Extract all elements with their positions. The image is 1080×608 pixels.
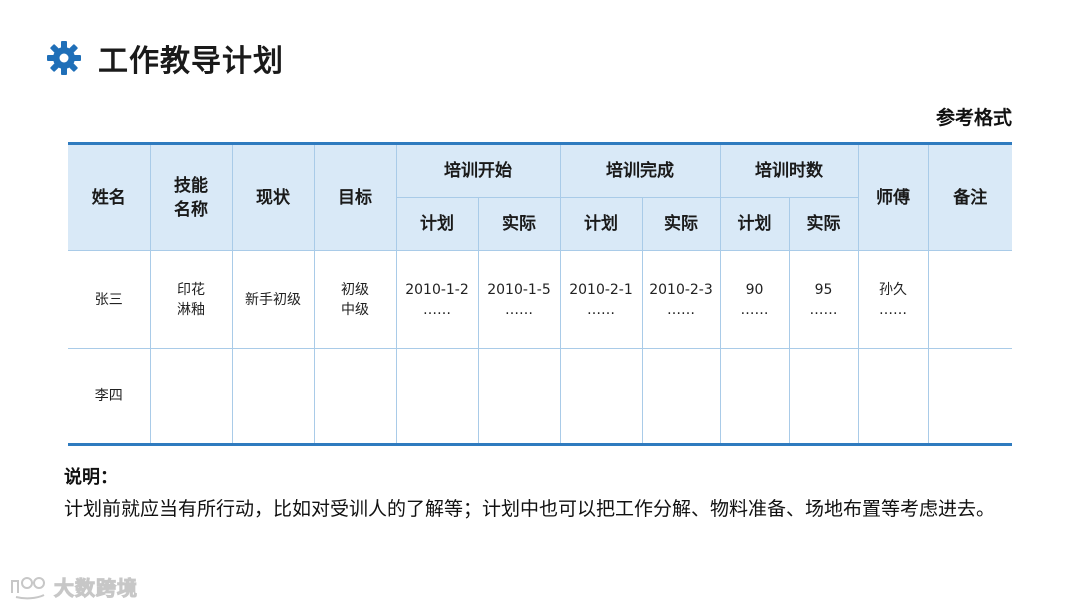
header-mentor: 师傅: [857, 143, 929, 251]
cell-start-plan: 2010-1-2 ……: [395, 250, 479, 349]
cell-complete-plan: [559, 348, 643, 445]
cell-goal-line2: 中级: [341, 301, 369, 318]
cell-start-plan-value: 2010-1-2: [405, 281, 469, 298]
cell-name: 张三: [68, 250, 151, 349]
cell-goal: 初级 中级: [313, 250, 397, 349]
cell-complete-actual-value: 2010-2-3: [649, 281, 713, 298]
cell-hours-actual: [788, 348, 859, 445]
cell-start-actual: 2010-1-5 ……: [477, 250, 561, 349]
watermark: 大数跨境: [8, 571, 138, 601]
cell-hours-plan: 90 ……: [719, 250, 790, 349]
cell-skill-line1: 印花: [177, 281, 205, 298]
header-skill: 技能 名称: [149, 143, 233, 251]
cell-start-actual-value: 2010-1-5: [487, 281, 551, 298]
cell-ellipsis: ……: [423, 301, 451, 318]
title-row: 工作教导计划: [46, 38, 284, 79]
cell-start-actual: [477, 348, 561, 445]
cell-ellipsis: ……: [505, 301, 533, 318]
cell-hours-actual-value: 95: [814, 281, 833, 298]
header-train-start: 培训开始: [395, 143, 561, 198]
cell-ellipsis: ……: [667, 301, 695, 318]
table-row: 张三 印花 淋釉 新手初级 初级 中级 2010-1-2 …… 2010-1-5…: [68, 250, 1012, 349]
cell-mentor: [857, 348, 929, 445]
subheader-hours-plan: 计划: [719, 197, 790, 251]
header-skill-line2: 名称: [174, 199, 208, 220]
watermark-logo-icon: [11, 577, 45, 600]
cell-name: 李四: [68, 348, 151, 445]
cell-mentor-value: 孙久: [879, 281, 907, 298]
cell-complete-actual: 2010-2-3 ……: [641, 250, 721, 349]
cell-status: [231, 348, 315, 445]
cell-mentor: 孙久 ……: [857, 250, 929, 349]
header-row-main: 姓名 技能 名称 现状 目标 培训开始 培训完成 培训时数 师傅 备注: [68, 143, 1012, 251]
cell-complete-plan: 2010-2-1 ……: [559, 250, 643, 349]
cell-remarks: [927, 250, 1012, 349]
cell-skill: [149, 348, 233, 445]
subheader-start-plan: 计划: [396, 197, 479, 251]
header-train-hours: 培训时数: [719, 143, 859, 198]
cell-status: 新手初级: [231, 250, 315, 349]
note-section: 说明： 计划前就应当有所行动，比如对受训人的了解等；计划中也可以把工作分解、物料…: [64, 464, 1024, 524]
cell-complete-plan-value: 2010-2-1: [569, 281, 633, 298]
header-name: 姓名: [68, 143, 151, 251]
cell-skill-line2: 淋釉: [177, 301, 205, 318]
gear-icon: [47, 41, 81, 75]
subheader-hours-actual: 实际: [788, 197, 858, 251]
subheader-start-actual: 实际: [477, 197, 561, 251]
cell-hours-plan: [719, 348, 790, 445]
cell-ellipsis: ……: [740, 301, 769, 318]
cell-ellipsis: ……: [809, 301, 838, 318]
note-heading: 说明：: [64, 467, 118, 488]
page-title: 工作教导计划: [98, 44, 284, 79]
header-skill-line1: 技能: [174, 175, 208, 196]
cell-hours-plan-value: 90: [745, 281, 764, 298]
cell-complete-actual: [641, 348, 721, 445]
header-goal: 目标: [313, 143, 397, 251]
cell-ellipsis: ……: [587, 301, 615, 318]
cell-hours-actual: 95 ……: [788, 250, 859, 349]
cell-start-plan: [395, 348, 479, 445]
header-remarks: 备注: [927, 143, 1012, 251]
cell-remarks: [927, 348, 1012, 445]
cell-goal-line1: 初级: [341, 281, 369, 298]
table-row: 李四: [68, 348, 1012, 445]
cell-goal: [313, 348, 397, 445]
note-body: 计划前就应当有所行动，比如对受训人的了解等；计划中也可以把工作分解、物料准备、场…: [64, 498, 996, 520]
cell-ellipsis: ……: [879, 301, 907, 318]
reference-format-label: 参考格式: [935, 107, 1012, 129]
subheader-complete-plan: 计划: [559, 197, 643, 251]
header-status: 现状: [231, 143, 315, 251]
watermark-text: 大数跨境: [54, 575, 138, 600]
header-train-complete: 培训完成: [559, 143, 721, 198]
subheader-complete-actual: 实际: [641, 197, 721, 251]
training-plan-table: 姓名 技能 名称 现状 目标 培训开始 培训完成 培训时数 师傅 备注 计划 实…: [68, 142, 1012, 446]
cell-skill: 印花 淋釉: [149, 250, 233, 349]
